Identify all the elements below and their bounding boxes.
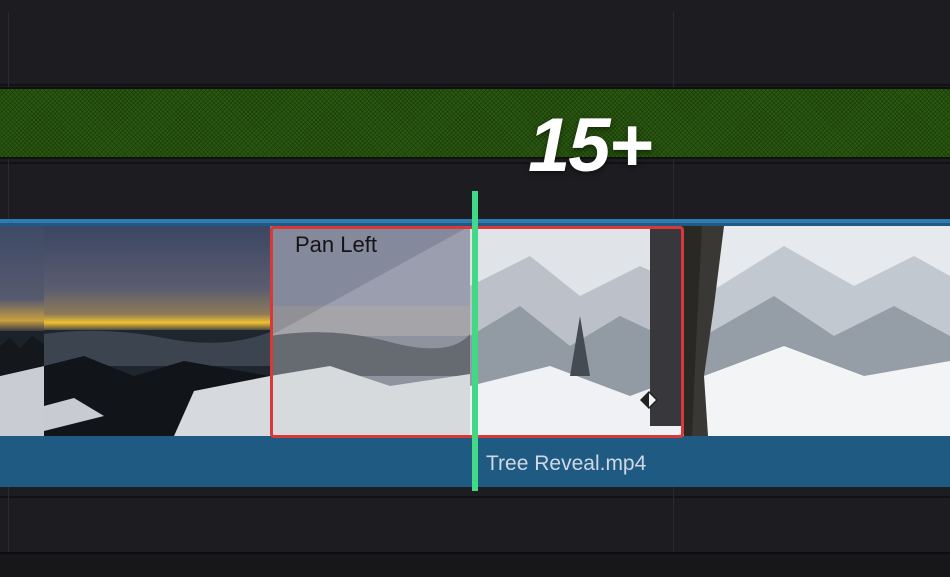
timeline-panel: 15+ Pan Left Tree Reveal.mp4 bbox=[0, 0, 950, 577]
diamond-keyframe-icon[interactable] bbox=[639, 390, 659, 410]
playhead[interactable] bbox=[472, 191, 478, 491]
count-badge: 15+ bbox=[528, 103, 653, 188]
effect-label: Pan Left bbox=[295, 232, 377, 257]
audio-track-clip[interactable] bbox=[0, 87, 950, 159]
track-separator bbox=[0, 162, 950, 164]
track-separator bbox=[0, 84, 950, 86]
track-separator bbox=[0, 496, 950, 498]
thumbnail-frame bbox=[684, 226, 950, 436]
thumbnail-frame bbox=[44, 226, 270, 436]
clip-filename: Tree Reveal.mp4 bbox=[486, 452, 647, 475]
timeline-footer bbox=[0, 552, 950, 577]
thumbnail-frame bbox=[0, 226, 44, 436]
